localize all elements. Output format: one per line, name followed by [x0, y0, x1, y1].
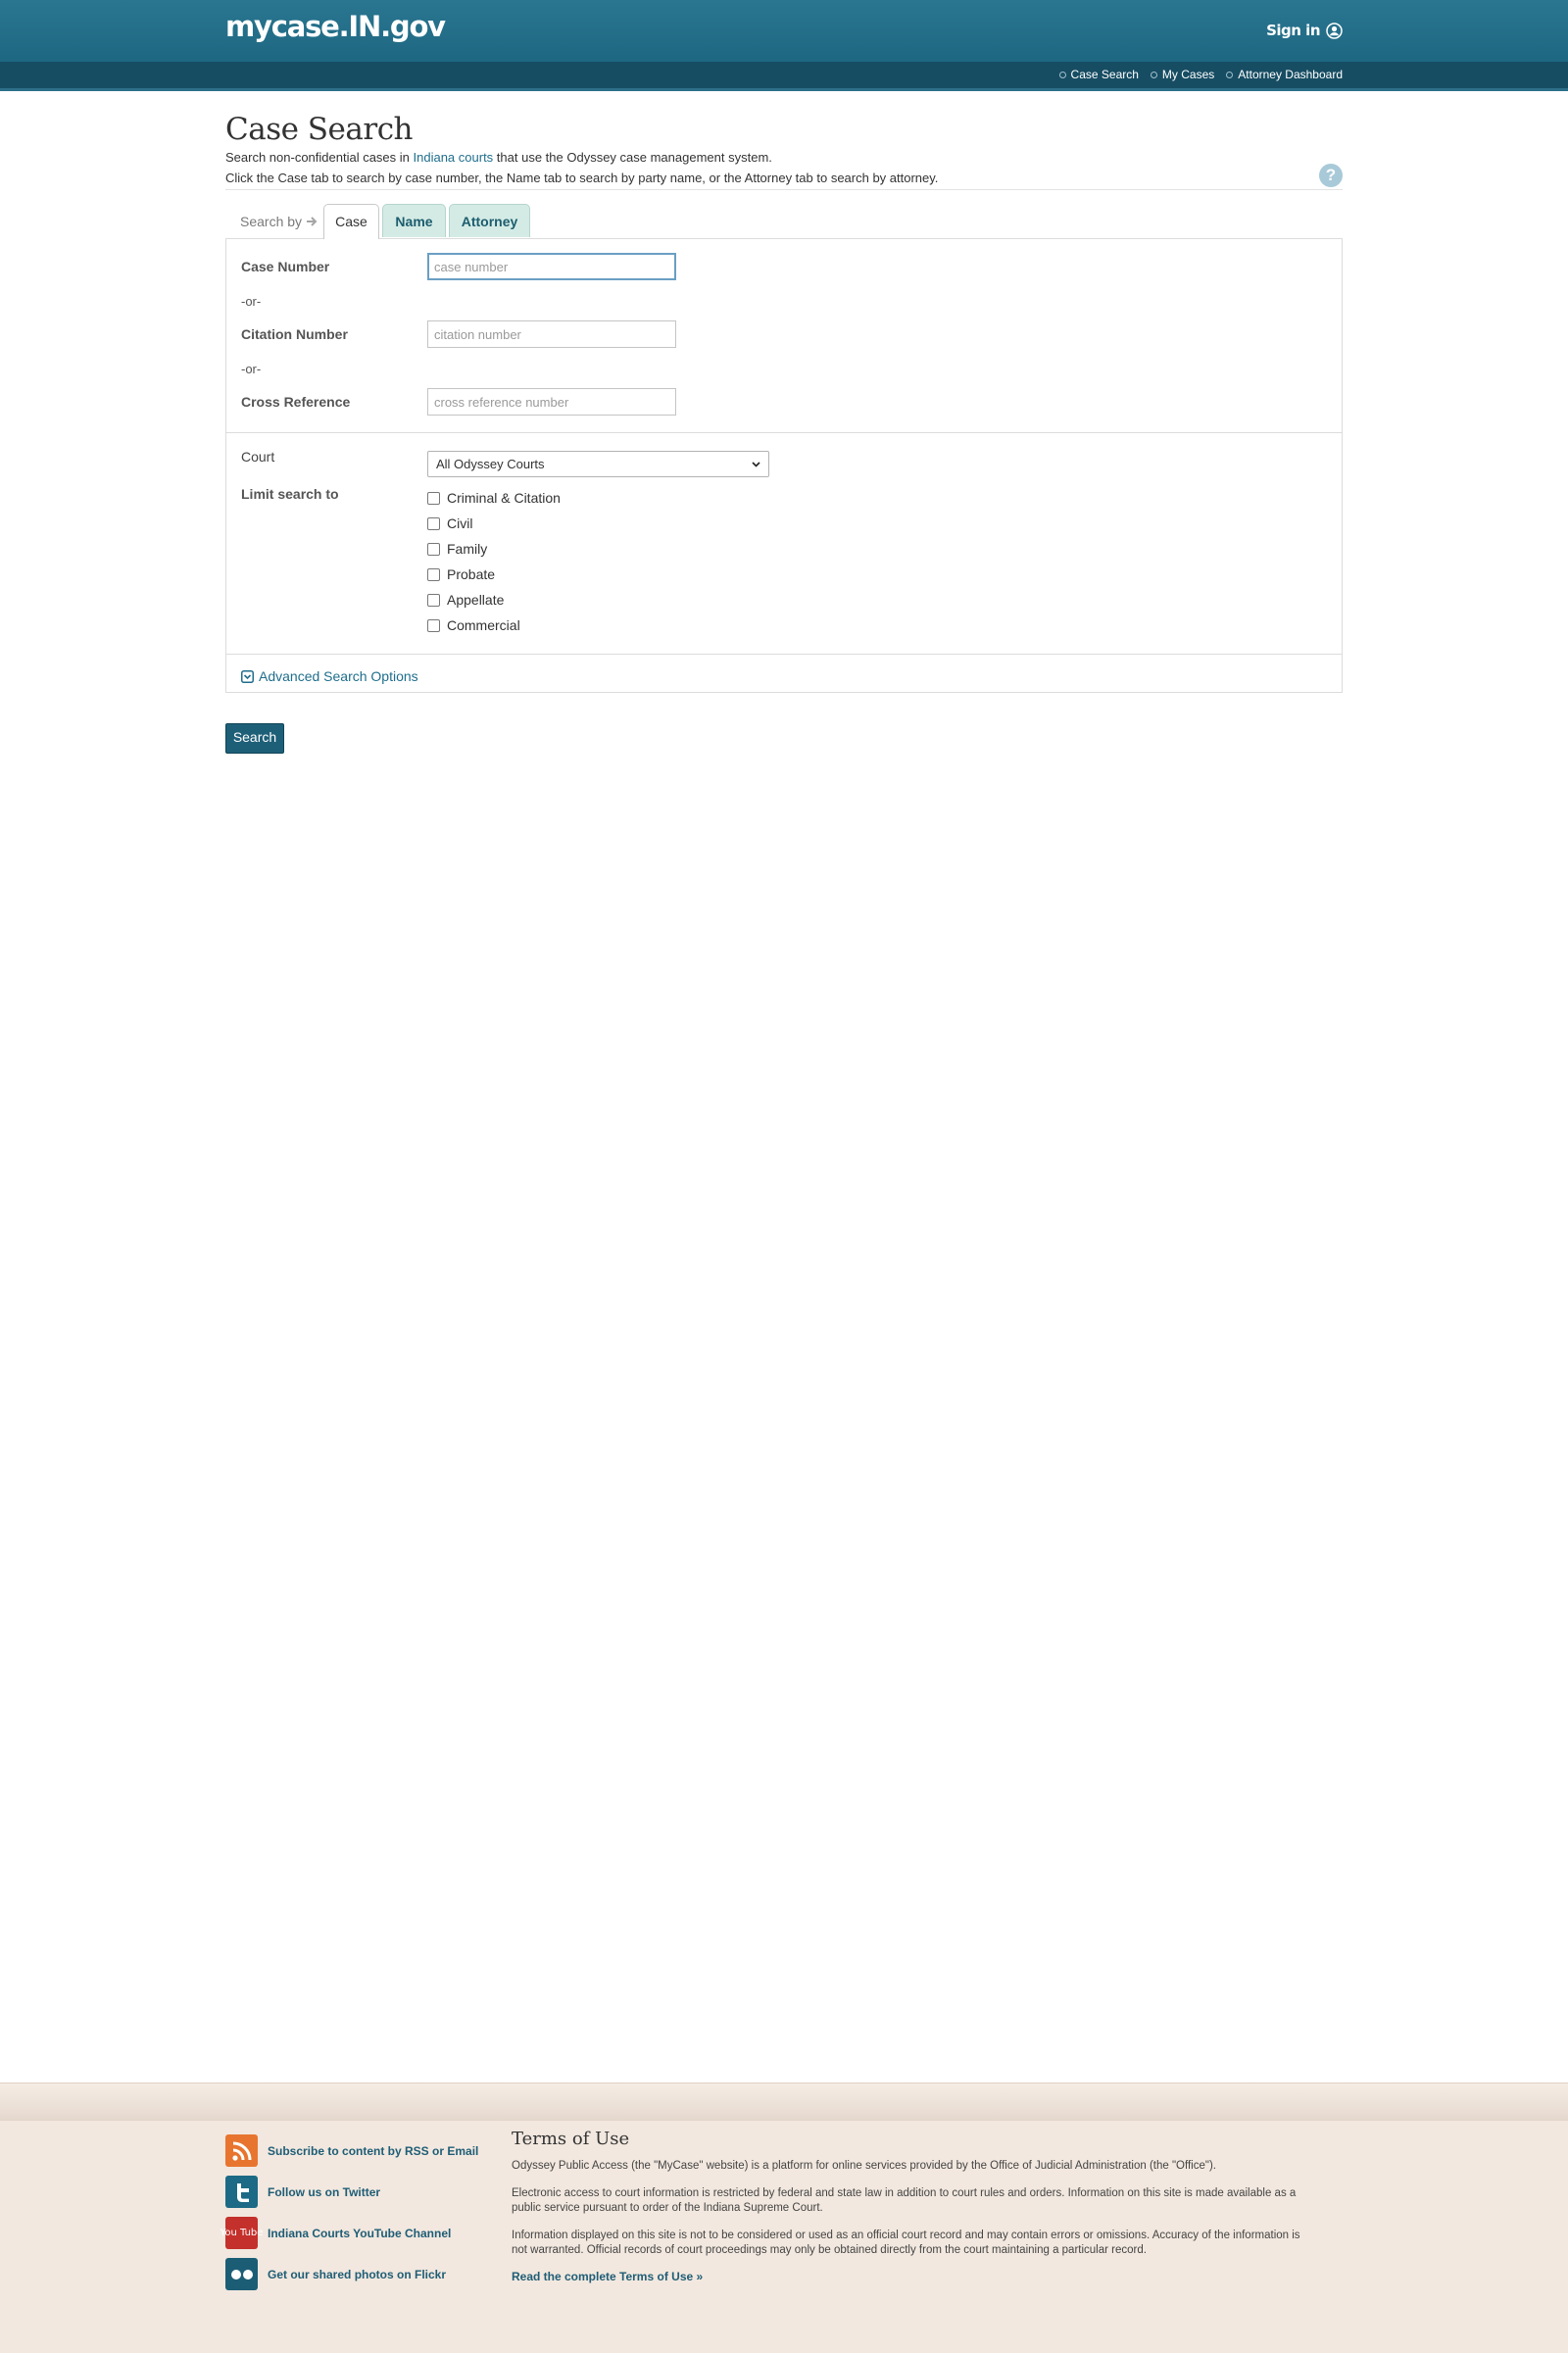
checkbox-label: Appellate: [447, 592, 505, 608]
rss-link[interactable]: Subscribe to content by RSS or Email: [225, 2134, 478, 2167]
checkbox[interactable]: [427, 516, 440, 530]
checkbox[interactable]: [427, 567, 440, 581]
page-title: Case Search: [225, 112, 414, 147]
cross-reference-input[interactable]: [427, 388, 676, 416]
case-number-input[interactable]: [427, 253, 676, 280]
advanced-search-label: Advanced Search Options: [259, 668, 418, 684]
intro-line-1: Search non-confidential cases in Indiana…: [225, 147, 938, 168]
nav-my-cases[interactable]: My Cases: [1150, 68, 1215, 81]
citation-number-input[interactable]: [427, 320, 676, 348]
limit-family[interactable]: Family: [427, 541, 487, 557]
rss-icon: [225, 2134, 258, 2167]
search-by-text: Search by: [240, 214, 303, 229]
terms-paragraph: Odyssey Public Access (the "MyCase" webs…: [512, 2160, 1216, 2172]
youtube-icon: You Tube: [220, 2217, 263, 2249]
footer: Subscribe to content by RSS or Email Fol…: [0, 2083, 1568, 2353]
sign-in-link[interactable]: Sign in: [1266, 22, 1343, 39]
court-select[interactable]: All Odyssey Courts: [427, 451, 769, 477]
top-bar: mycase.IN.gov Sign in: [0, 0, 1568, 62]
limit-search-label: Limit search to: [241, 486, 339, 502]
citation-number-label: Citation Number: [241, 326, 348, 342]
search-form-panel: Case Number -or- Citation Number -or- Cr…: [225, 238, 1343, 693]
court-label: Court: [241, 449, 275, 465]
search-by-label: Search by: [240, 214, 318, 229]
help-icon[interactable]: ?: [1319, 164, 1343, 187]
terms-paragraph: Information displayed on this site is no…: [512, 2230, 1300, 2256]
expand-icon: [241, 669, 254, 683]
cross-reference-label: Cross Reference: [241, 394, 351, 410]
or-separator: -or-: [241, 294, 262, 309]
checkbox[interactable]: [427, 542, 440, 556]
limit-probate[interactable]: Probate: [427, 566, 495, 582]
youtube-link[interactable]: You Tube Indiana Courts YouTube Channel: [220, 2217, 452, 2249]
limit-criminal-citation[interactable]: Criminal & Citation: [427, 490, 561, 506]
checkbox-label: Commercial: [447, 617, 520, 633]
rss-link-label: Subscribe to content by RSS or Email: [268, 2143, 479, 2158]
case-number-label: Case Number: [241, 259, 330, 274]
chevron-down-icon: [752, 461, 760, 467]
footer-band: [0, 2083, 1568, 2121]
twitter-icon: [225, 2176, 258, 2208]
twitter-link-label: Follow us on Twitter: [268, 2184, 381, 2199]
nav-my-cases-label: My Cases: [1161, 68, 1215, 81]
tab-name[interactable]: Name: [382, 204, 446, 237]
terms-paragraph: Electronic access to court information i…: [512, 2187, 1297, 2214]
checkbox[interactable]: [427, 593, 440, 607]
terms-of-use: Terms of Use Odyssey Public Access (the …: [512, 2129, 1307, 2283]
flickr-link-label: Get our shared photos on Flickr: [268, 2267, 447, 2281]
tab-attorney[interactable]: Attorney: [449, 204, 530, 237]
checkbox-label: Criminal & Citation: [447, 490, 561, 506]
search-tabs: Search by Case Name Attorney: [225, 204, 1343, 239]
search-button[interactable]: Search: [225, 723, 284, 754]
sign-in-label: Sign in: [1266, 22, 1320, 39]
nav-case-search-label: Case Search: [1070, 68, 1139, 81]
flickr-link[interactable]: Get our shared photos on Flickr: [225, 2258, 446, 2290]
or-separator: -or-: [241, 362, 262, 376]
advanced-search-toggle[interactable]: Advanced Search Options: [241, 668, 418, 684]
intro-text-part: that use the Odyssey case management sys…: [493, 150, 772, 165]
site-logo[interactable]: mycase.IN.gov: [225, 10, 446, 43]
nav-case-search[interactable]: Case Search: [1058, 68, 1139, 81]
intro-line-2: Click the Case tab to search by case num…: [225, 171, 939, 185]
divider: [225, 189, 1343, 190]
intro-text-part: Search non-confidential cases in: [225, 150, 414, 165]
checkbox-label: Civil: [447, 515, 473, 531]
nav-attorney-dashboard-label: Attorney Dashboard: [1238, 68, 1343, 81]
limit-appellate[interactable]: Appellate: [427, 592, 504, 608]
checkbox-label: Probate: [447, 566, 496, 582]
intro-text: Search non-confidential cases in Indiana…: [225, 147, 938, 188]
nav-bar: Case Search My Cases Attorney Dashboard: [0, 62, 1568, 91]
tab-case[interactable]: Case: [323, 204, 379, 239]
limit-commercial[interactable]: Commercial: [427, 617, 520, 633]
indiana-courts-link[interactable]: Indiana courts: [414, 150, 494, 165]
arrow-right-icon: [306, 216, 318, 227]
terms-title: Terms of Use: [512, 2129, 630, 2149]
checkbox[interactable]: [427, 491, 440, 505]
flickr-icon: [225, 2258, 258, 2290]
youtube-link-label: Indiana Courts YouTube Channel: [268, 2226, 452, 2240]
court-selected-value: All Odyssey Courts: [436, 457, 545, 471]
section-divider: [226, 432, 1342, 433]
checkbox-label: Family: [447, 541, 488, 557]
section-divider: [226, 654, 1342, 655]
terms-full-link[interactable]: Read the complete Terms of Use »: [512, 2270, 703, 2283]
twitter-link[interactable]: Follow us on Twitter: [225, 2176, 380, 2208]
user-icon: [1326, 22, 1343, 39]
limit-civil[interactable]: Civil: [427, 515, 472, 531]
nav-attorney-dashboard[interactable]: Attorney Dashboard: [1226, 68, 1343, 81]
bullet-icon: [1226, 71, 1234, 78]
checkbox[interactable]: [427, 618, 440, 632]
bullet-icon: [1058, 71, 1066, 78]
bullet-icon: [1150, 71, 1157, 78]
